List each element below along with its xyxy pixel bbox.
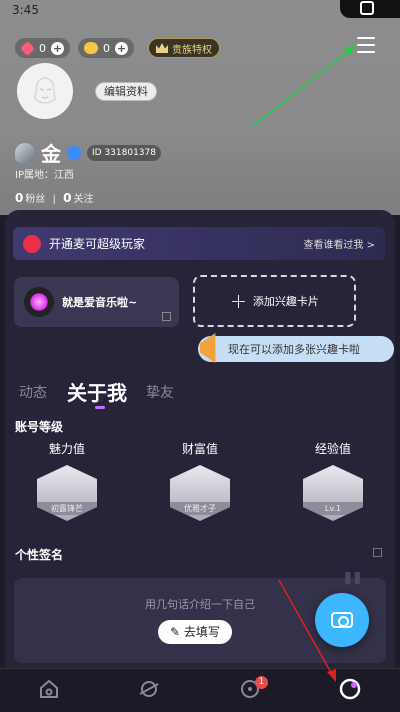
- add-card-label: 添加兴趣卡片: [252, 295, 319, 308]
- who-viewed-me-link[interactable]: 查看谁看过我 >: [303, 236, 375, 251]
- wealth-label: 财富值: [181, 442, 218, 456]
- planet-icon[interactable]: [137, 677, 161, 701]
- charm-level[interactable]: 魅力值 初露锋芒: [22, 440, 112, 521]
- profile-icon[interactable]: [338, 677, 362, 701]
- tip-text: 现在可以添加多张兴趣卡啦: [228, 343, 360, 356]
- music-disc-icon: [24, 287, 54, 317]
- user-name: 金: [41, 142, 61, 166]
- active-tab-indicator: [95, 406, 105, 409]
- account-level-title: 账号等级: [15, 420, 64, 434]
- add-interest-card-button[interactable]: + 添加兴趣卡片: [193, 275, 356, 327]
- avatar[interactable]: [17, 63, 73, 119]
- coins-balance[interactable]: 0 +: [78, 38, 134, 58]
- battery-icon: [360, 1, 374, 15]
- gender-icon: [67, 145, 81, 160]
- wealth-level[interactable]: 财富值 优雅才子: [155, 440, 245, 521]
- interest-tip-bubble: 现在可以添加多张兴趣卡啦: [198, 333, 394, 363]
- gems-balance[interactable]: 0 +: [15, 38, 70, 58]
- camera-icon: [331, 612, 353, 628]
- vip-label: 贵族特权: [172, 44, 212, 56]
- ip-location: IP属地：江西: [15, 170, 74, 181]
- gem-icon: [20, 40, 35, 56]
- signature-title: 个性签名: [15, 548, 64, 562]
- helmet-badge-icon: [15, 142, 35, 163]
- status-time: 3:45: [12, 3, 39, 17]
- edit-icon[interactable]: [162, 312, 171, 321]
- add-gems-icon[interactable]: +: [51, 41, 64, 55]
- tab-about-me[interactable]: 关于我: [67, 377, 127, 406]
- follow-stat[interactable]: 0 关注: [63, 191, 93, 205]
- vip-privilege-button[interactable]: 贵族特权: [148, 38, 220, 58]
- coins-value: 0: [103, 41, 110, 55]
- coin-icon: [84, 42, 98, 54]
- super-player-banner[interactable]: 开通麦可超级玩家 查看谁看过我 >: [13, 227, 385, 260]
- unread-badge: 1: [255, 676, 268, 689]
- menu-icon[interactable]: [357, 37, 375, 53]
- megaphone-icon: [200, 333, 216, 363]
- wealth-medal-icon: 优雅才子: [170, 465, 230, 521]
- experience-level[interactable]: 经验值 Lv.1: [288, 440, 378, 521]
- gems-value: 0: [39, 41, 46, 55]
- fill-signature-button[interactable]: ✎ 去填写: [158, 620, 232, 644]
- edit-profile-button[interactable]: 编辑资料: [95, 82, 157, 101]
- camera-button[interactable]: [315, 593, 369, 647]
- tab-close-friends[interactable]: 挚友: [146, 382, 174, 402]
- follow-stats: 0 粉丝 | 0 关注: [15, 191, 94, 205]
- interest-card-music[interactable]: 就是爱音乐啦~: [14, 277, 179, 327]
- status-indicator: [340, 0, 400, 18]
- add-coins-icon[interactable]: +: [115, 41, 128, 55]
- banner-text: 开通麦可超级玩家: [49, 237, 146, 251]
- charm-medal-icon: 初露锋芒: [37, 465, 97, 521]
- tab-feed[interactable]: 动态: [19, 382, 47, 402]
- fans-stat[interactable]: 0 粉丝: [15, 191, 45, 205]
- music-card-label: 就是爱音乐啦~: [62, 296, 138, 309]
- rocket-icon: [23, 234, 41, 253]
- crown-icon: [156, 43, 168, 53]
- plus-icon: +: [230, 289, 247, 313]
- experience-label: 经验值: [314, 442, 351, 456]
- avatar-face-icon: [34, 77, 56, 104]
- experience-medal-icon: Lv.1: [303, 465, 363, 521]
- user-id[interactable]: ID 331801378: [87, 144, 161, 161]
- edit-signature-icon[interactable]: [373, 548, 382, 557]
- name-row: 金 ID 331801378: [15, 138, 161, 167]
- charm-label: 魅力值: [48, 442, 85, 456]
- home-icon[interactable]: [37, 677, 61, 701]
